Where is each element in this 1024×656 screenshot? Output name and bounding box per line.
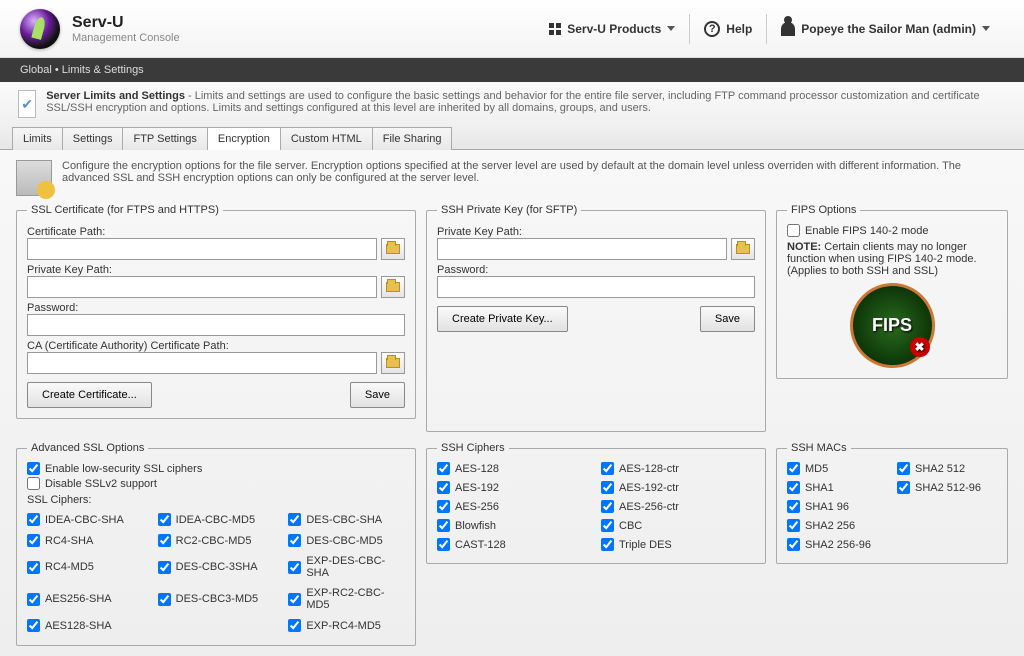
ssh-privkey-input[interactable] (437, 238, 727, 260)
cert-path-browse-button[interactable] (381, 238, 405, 260)
enable-low-security-checkbox[interactable]: Enable low-security SSL ciphers (27, 462, 405, 475)
cert-path-input[interactable] (27, 238, 377, 260)
ssh-password-input[interactable] (437, 276, 755, 298)
ssl-password-label: Password: (27, 302, 405, 314)
adv-ssl-legend: Advanced SSL Options (27, 442, 148, 454)
checklist-icon: ✔ (18, 90, 36, 118)
app-logo (20, 9, 60, 49)
ssl-cipher-aes128-sha[interactable]: AES128-SHA (27, 619, 144, 632)
ssh-mac-sha2-256-96[interactable]: SHA2 256-96 (787, 538, 887, 551)
ssl-cipher-des-cbc-md5[interactable]: DES-CBC-MD5 (288, 534, 405, 547)
tab-bar: Limits Settings FTP Settings Encryption … (0, 126, 1024, 150)
ssl-cipher-exp-rc4-md5[interactable]: EXP-RC4-MD5 (288, 619, 405, 632)
folder-icon (386, 244, 400, 254)
ssl-privkey-input[interactable] (27, 276, 377, 298)
products-label: Serv-U Products (567, 22, 661, 36)
tab-limits[interactable]: Limits (12, 127, 63, 150)
fips-badge-icon: FIPS (850, 283, 935, 368)
ssh-cipher-triple-des[interactable]: Triple DES (601, 538, 755, 551)
ssl-cipher-des-cbc3-md5[interactable]: DES-CBC3-MD5 (158, 587, 275, 611)
ssh-mac-sha1[interactable]: SHA1 (787, 481, 887, 494)
ssl-cipher-des-cbc-sha[interactable]: DES-CBC-SHA (288, 513, 405, 526)
ssh-private-key-group: SSH Private Key (for SFTP) Private Key P… (426, 204, 766, 432)
create-private-key-button[interactable]: Create Private Key... (437, 306, 568, 332)
chevron-down-icon (667, 26, 675, 31)
fips-legend: FIPS Options (787, 204, 860, 216)
ssh-cipher-aes-256-ctr[interactable]: AES-256-ctr (601, 500, 755, 513)
breadcrumb: Global • Limits & Settings (0, 58, 1024, 82)
tab-ftp-settings[interactable]: FTP Settings (122, 127, 207, 150)
ssl-cipher-rc4-md5[interactable]: RC4-MD5 (27, 555, 144, 579)
app-title: Serv-U (72, 14, 180, 32)
enable-fips-checkbox[interactable]: Enable FIPS 140-2 mode (787, 224, 997, 237)
ssl-cert-legend: SSL Certificate (for FTPS and HTTPS) (27, 204, 223, 216)
intro-text: Configure the encryption options for the… (62, 160, 1008, 184)
ssh-ciphers-group: SSH Ciphers AES-128 AES-128-ctr AES-192 AES… (426, 442, 766, 564)
chevron-down-icon (982, 26, 990, 31)
ssl-cipher-exp-des-cbc-sha[interactable]: EXP-DES-CBC-SHA (288, 555, 405, 579)
server-icon (16, 160, 52, 196)
tab-custom-html[interactable]: Custom HTML (280, 127, 373, 150)
create-certificate-button[interactable]: Create Certificate... (27, 382, 152, 408)
ssh-privkey-label: Private Key Path: (437, 226, 755, 238)
fips-options-group: FIPS Options Enable FIPS 140-2 mode NOTE… (776, 204, 1008, 379)
ssh-cipher-cast-128[interactable]: CAST-128 (437, 538, 591, 551)
ssh-mac-sha2-256[interactable]: SHA2 256 (787, 519, 887, 532)
products-menu[interactable]: Serv-U Products (535, 22, 689, 36)
ssl-cipher-idea-cbc-md5[interactable]: IDEA-CBC-MD5 (158, 513, 275, 526)
ca-path-input[interactable] (27, 352, 377, 374)
ssh-mac-sha2-512[interactable]: SHA2 512 (897, 462, 997, 475)
help-label: Help (726, 22, 752, 36)
ssh-macs-legend: SSH MACs (787, 442, 851, 454)
ssl-save-button[interactable]: Save (350, 382, 405, 408)
ssh-macs-group: SSH MACs MD5 SHA2 512 SHA1 SHA2 512-96 SHA1 … (776, 442, 1008, 564)
ca-path-label: CA (Certificate Authority) Certificate P… (27, 340, 405, 352)
ssl-cipher-rc4-sha[interactable]: RC4-SHA (27, 534, 144, 547)
tab-settings[interactable]: Settings (62, 127, 124, 150)
disable-sslv2-checkbox[interactable]: Disable SSLv2 support (27, 477, 405, 490)
user-label: Popeye the Sailor Man (admin) (801, 22, 976, 36)
help-icon: ? (704, 21, 720, 37)
advanced-ssl-options-group: Advanced SSL Options Enable low-security… (16, 442, 416, 646)
user-icon (781, 22, 795, 36)
ssl-cipher-des-cbc-3sha[interactable]: DES-CBC-3SHA (158, 555, 275, 579)
ssh-save-button[interactable]: Save (700, 306, 755, 332)
ssl-privkey-label: Private Key Path: (27, 264, 405, 276)
ssh-key-legend: SSH Private Key (for SFTP) (437, 204, 581, 216)
fips-note: NOTE: Certain clients may no longer func… (787, 241, 997, 277)
ssh-mac-md5[interactable]: MD5 (787, 462, 887, 475)
ssl-privkey-browse-button[interactable] (381, 276, 405, 298)
help-button[interactable]: ? Help (690, 21, 766, 37)
ssh-cipher-aes-128[interactable]: AES-128 (437, 462, 591, 475)
folder-icon (736, 244, 750, 254)
ssh-mac-sha1-96[interactable]: SHA1 96 (787, 500, 887, 513)
ssl-cipher-exp-rc2-cbc-md5[interactable]: EXP-RC2-CBC-MD5 (288, 587, 405, 611)
folder-icon (386, 358, 400, 368)
ssl-ciphers-label: SSL Ciphers: (27, 494, 405, 506)
tab-encryption[interactable]: Encryption (207, 127, 281, 150)
ca-path-browse-button[interactable] (381, 352, 405, 374)
ssh-ciphers-legend: SSH Ciphers (437, 442, 509, 454)
user-menu[interactable]: Popeye the Sailor Man (admin) (767, 22, 1004, 36)
ssl-cipher-rc2-cbc-md5[interactable]: RC2-CBC-MD5 (158, 534, 275, 547)
ssh-cipher-aes-128-ctr[interactable]: AES-128-ctr (601, 462, 755, 475)
ssh-mac-sha2-512-96[interactable]: SHA2 512-96 (897, 481, 997, 494)
ssh-cipher-blowfish[interactable]: Blowfish (437, 519, 591, 532)
page-description: Server Limits and Settings - Limits and … (46, 90, 1006, 114)
ssh-cipher-aes-192[interactable]: AES-192 (437, 481, 591, 494)
ssh-cipher-aes-256[interactable]: AES-256 (437, 500, 591, 513)
ssh-password-label: Password: (437, 264, 755, 276)
tab-file-sharing[interactable]: File Sharing (372, 127, 453, 150)
ssh-privkey-browse-button[interactable] (731, 238, 755, 260)
app-subtitle: Management Console (72, 32, 180, 44)
ssl-password-input[interactable] (27, 314, 405, 336)
ssh-cipher-aes-192-ctr[interactable]: AES-192-ctr (601, 481, 755, 494)
ssl-certificate-group: SSL Certificate (for FTPS and HTTPS) Cer… (16, 204, 416, 419)
ssh-cipher-cbc[interactable]: CBC (601, 519, 755, 532)
grid-icon (549, 23, 561, 35)
cert-path-label: Certificate Path: (27, 226, 405, 238)
ssl-cipher-aes256-sha[interactable]: AES256-SHA (27, 587, 144, 611)
ssl-cipher-idea-cbc-sha[interactable]: IDEA-CBC-SHA (27, 513, 144, 526)
folder-icon (386, 282, 400, 292)
